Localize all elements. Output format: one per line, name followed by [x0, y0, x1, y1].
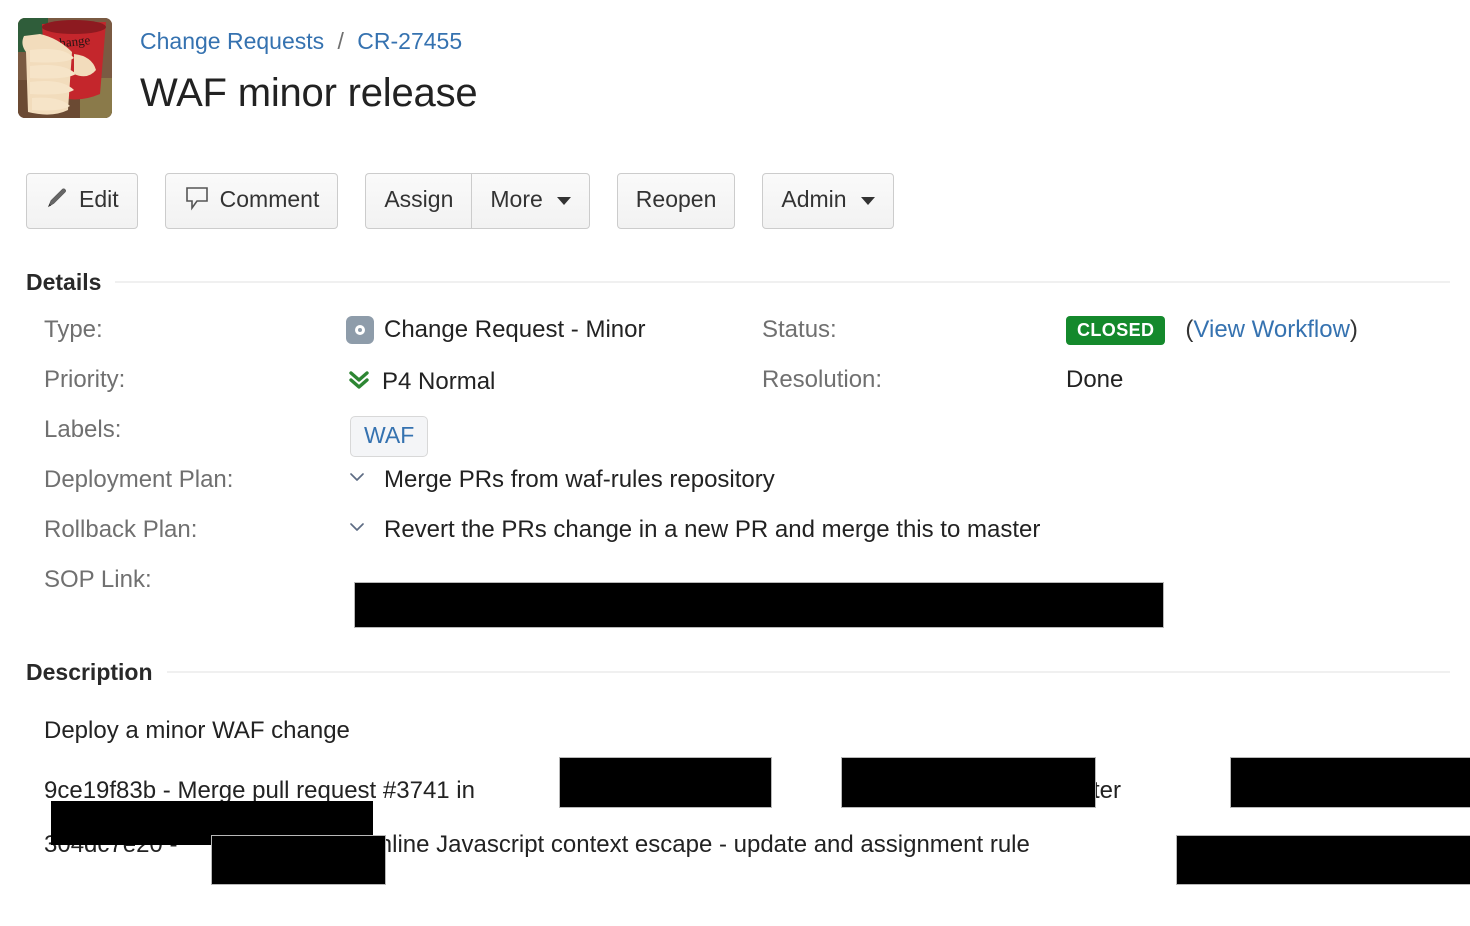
- avatar-illustration-icon: change: [18, 18, 112, 118]
- page-title: WAF minor release: [140, 68, 477, 118]
- field-priority: Priority: P4 Normal: [26, 366, 756, 399]
- label-chip-waf[interactable]: WAF: [350, 416, 428, 457]
- field-priority-text: P4 Normal: [382, 368, 495, 396]
- commit-text-1a: Merge pull request #3741 in: [177, 777, 475, 804]
- details-row: Rollback Plan: Revert the PRs change in …: [26, 516, 1450, 566]
- redacted-repo-name-1: [559, 757, 772, 808]
- section-divider: [115, 281, 1450, 283]
- field-resolution-value: Done: [1066, 366, 1123, 394]
- commit-dash-1: -: [163, 777, 171, 804]
- view-workflow-wrapper: (View Workflow): [1185, 316, 1358, 344]
- field-priority-label: Priority:: [26, 366, 346, 399]
- field-type: Type: Change Request - Minor: [26, 316, 756, 344]
- description-section: Description Deploy a minor WAF change 9c…: [0, 659, 1470, 872]
- details-section-header: Details: [26, 269, 1450, 296]
- edit-button-label: Edit: [79, 188, 119, 211]
- edit-button[interactable]: Edit: [26, 173, 138, 229]
- field-rollback-plan: Rollback Plan: Revert the PRs change in …: [26, 516, 1040, 545]
- assign-more-button-group: Assign More: [365, 173, 589, 229]
- field-deployment-plan: Deployment Plan: Merge PRs from waf-rule…: [26, 466, 756, 495]
- description-section-header: Description: [26, 659, 1450, 686]
- details-row: Deployment Plan: Merge PRs from waf-rule…: [26, 466, 1450, 516]
- field-resolution: Resolution: Done: [756, 366, 1123, 394]
- reopen-button[interactable]: Reopen: [617, 173, 736, 229]
- field-labels-label: Labels:: [26, 416, 346, 457]
- field-status-label: Status:: [756, 316, 1066, 345]
- section-divider: [167, 671, 1450, 673]
- field-deployment-plan-label: Deployment Plan:: [26, 466, 346, 495]
- field-priority-value: P4 Normal: [346, 366, 495, 399]
- redacted-trailing-text-2: [1176, 835, 1470, 885]
- details-row: Priority: P4 Normal Resolution: Done: [26, 366, 1450, 416]
- field-status: Status: CLOSED (View Workflow): [756, 316, 1358, 345]
- breadcrumb-project-link[interactable]: Change Requests: [140, 28, 324, 54]
- assign-button[interactable]: Assign: [365, 173, 471, 229]
- field-deployment-plan-value: Merge PRs from waf-rules repository: [346, 466, 775, 495]
- description-paragraph: Deploy a minor WAF change: [44, 704, 1450, 758]
- field-rollback-plan-label: Rollback Plan:: [26, 516, 346, 545]
- view-workflow-link[interactable]: View Workflow: [1193, 316, 1350, 343]
- redacted-branch-name-1: [841, 757, 1096, 808]
- field-deployment-plan-text: Merge PRs from waf-rules repository: [384, 466, 775, 494]
- more-dropdown-label: More: [490, 188, 542, 211]
- chevron-down-icon[interactable]: [346, 516, 368, 545]
- details-section: Details Type: Change Request - Minor Sta…: [0, 269, 1470, 616]
- field-status-value: CLOSED (View Workflow): [1066, 316, 1358, 345]
- field-sop-link-label: SOP Link:: [26, 566, 346, 594]
- redacted-rule-name-2: [211, 835, 386, 885]
- redacted-trailing-text-1: [1230, 757, 1470, 808]
- field-type-value: Change Request - Minor: [346, 316, 645, 344]
- field-type-label: Type:: [26, 316, 346, 344]
- admin-dropdown-label: Admin: [781, 188, 846, 211]
- comment-bubble-icon: [184, 185, 210, 215]
- issue-header: change Change Requests / CR-27455 WAF mi…: [0, 0, 1470, 145]
- priority-double-chevron-down-icon: [346, 366, 372, 399]
- description-body: Deploy a minor WAF change 9ce19f83b - Me…: [26, 704, 1450, 872]
- issue-action-toolbar: Edit Comment Assign More Reopen Admin: [0, 145, 1470, 229]
- comment-button-label: Comment: [220, 188, 320, 211]
- status-badge: CLOSED: [1066, 316, 1165, 345]
- field-labels: Labels: WAF: [26, 416, 756, 457]
- paren-close: ): [1350, 316, 1358, 343]
- reopen-button-label: Reopen: [636, 188, 717, 211]
- pencil-icon: [45, 186, 69, 214]
- details-row: Labels: WAF: [26, 416, 1450, 466]
- change-request-minor-icon: [346, 316, 374, 344]
- comment-button[interactable]: Comment: [165, 173, 339, 229]
- field-rollback-plan-value: Revert the PRs change in a new PR and me…: [346, 516, 1040, 545]
- redacted-sop-link-value: [354, 582, 1164, 628]
- chevron-down-icon[interactable]: [346, 466, 368, 495]
- breadcrumb-issue-key-link[interactable]: CR-27455: [357, 28, 462, 54]
- chevron-down-icon: [557, 197, 571, 205]
- header-text-block: Change Requests / CR-27455 WAF minor rel…: [112, 18, 477, 145]
- chevron-down-icon: [861, 197, 875, 205]
- field-resolution-label: Resolution:: [756, 366, 1066, 394]
- field-rollback-plan-text: Revert the PRs change in a new PR and me…: [384, 516, 1040, 544]
- details-field-grid: Type: Change Request - Minor Status: CLO…: [26, 316, 1450, 616]
- breadcrumb-separator: /: [331, 28, 351, 54]
- field-labels-value: WAF: [346, 416, 428, 457]
- details-heading: Details: [26, 269, 101, 296]
- commit-text-2a: Inline Javascript context escape - updat…: [372, 831, 1030, 858]
- project-avatar: change: [18, 18, 112, 118]
- more-dropdown-button[interactable]: More: [471, 173, 589, 229]
- breadcrumb: Change Requests / CR-27455: [140, 26, 477, 56]
- details-row: Type: Change Request - Minor Status: CLO…: [26, 316, 1450, 366]
- admin-dropdown-button[interactable]: Admin: [762, 173, 893, 229]
- description-heading: Description: [26, 659, 153, 686]
- field-type-text: Change Request - Minor: [384, 316, 645, 344]
- commit-hash-1: 9ce19f83b: [44, 777, 156, 804]
- assign-button-label: Assign: [384, 188, 453, 211]
